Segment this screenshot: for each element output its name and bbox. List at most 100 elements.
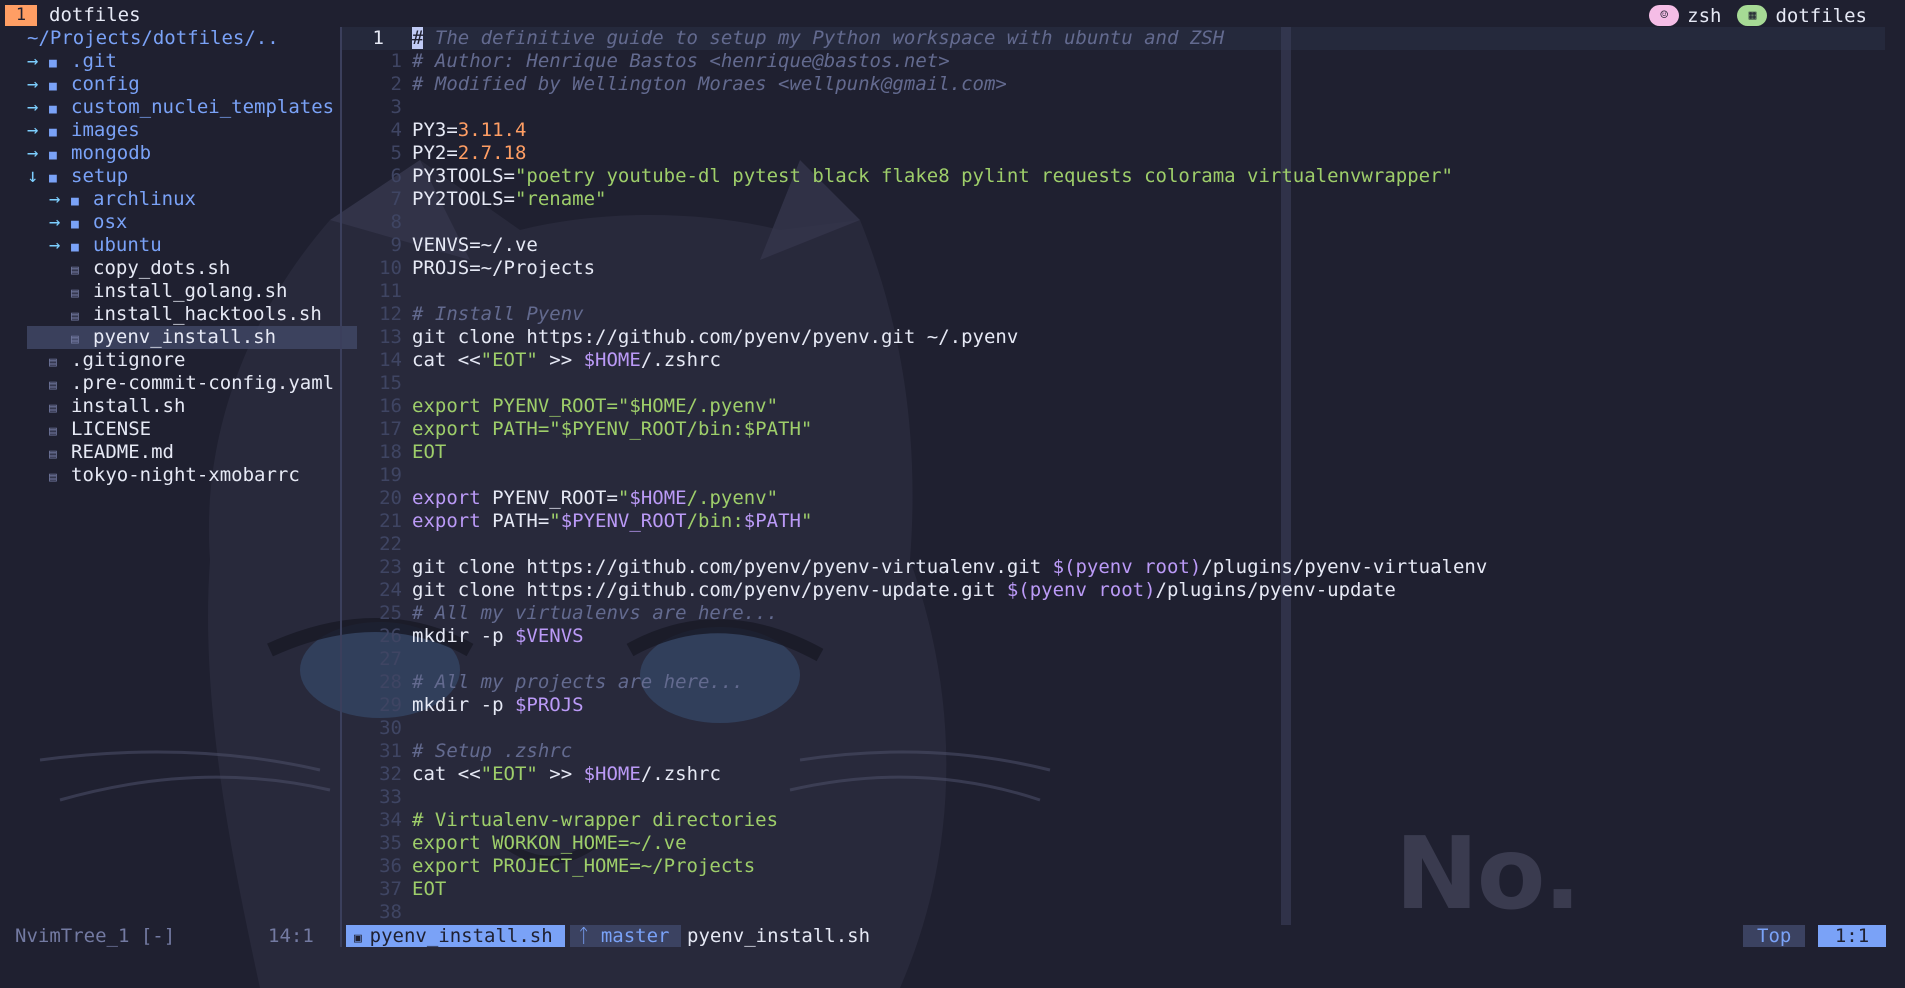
tree-folder[interactable]: → ■ ubuntu: [49, 234, 162, 257]
line-number: 26: [379, 625, 402, 647]
file-tree: ~/Projects/dotfiles/.. → ■ .git → ■ config → ■ c…: [0, 27, 357, 907]
line-number: 35: [379, 832, 402, 854]
code-token: # Modified by Wellington Moraes <wellpun…: [412, 73, 1007, 95]
line-number: 3: [390, 96, 402, 118]
status-file-tab[interactable]: ▣ pyenv_install.sh: [346, 925, 565, 947]
tree-folder[interactable]: → ■ osx: [49, 211, 127, 234]
tree-file[interactable]: ▤ install_golang.sh: [49, 280, 287, 303]
tree-file[interactable]: ▤ copy_dots.sh: [49, 257, 230, 280]
line-number: 1: [390, 50, 402, 72]
file-icon: ▤: [49, 401, 57, 416]
code-token: "EOT": [480, 349, 538, 371]
chevron-right-icon: →: [27, 119, 39, 141]
code-token: # Setup .zshrc: [412, 740, 573, 762]
tree-folder[interactable]: → ■ images: [27, 119, 140, 142]
line-number: 30: [379, 717, 402, 739]
code-token: ": [549, 510, 561, 532]
line-code: PY2=2.7.18: [412, 142, 526, 165]
code-token: "EOT": [480, 763, 538, 785]
code-token: PY2=: [412, 142, 458, 164]
line-number: 2: [390, 73, 402, 95]
tree-folder[interactable]: → ■ .git: [27, 50, 117, 73]
tree-item-label: copy_dots.sh: [93, 257, 231, 279]
editor-pane[interactable]: 1 # The definitive guide to setup my Pyth…: [342, 27, 1905, 927]
tree-file[interactable]: ▤ LICENSE: [27, 418, 151, 441]
line-code: export PATH="$PYENV_ROOT/bin:$PATH": [412, 418, 812, 441]
text-cursor: #: [412, 27, 424, 49]
tree-item-label: install.sh: [71, 395, 186, 417]
code-token: ": [800, 510, 813, 532]
line-code: # Install Pyenv: [412, 303, 584, 326]
tree-file[interactable]: ▤ pyenv_install.sh: [27, 326, 357, 349]
line-number: 5: [390, 142, 402, 164]
line-number: 1: [372, 27, 384, 49]
code-token: PY3TOOLS=: [412, 165, 515, 187]
line-number: 32: [379, 763, 402, 785]
session-label-zsh[interactable]: zsh: [1687, 5, 1721, 27]
tree-file[interactable]: ▤ .pre-commit-config.yaml: [27, 372, 334, 395]
line-code: EOT: [412, 441, 446, 464]
code-token: /.pyenv": [686, 487, 779, 509]
line-code: # Virtualenv-wrapper directories: [412, 809, 778, 832]
tab-bar: 1 dotfiles ☺ zsh ▦ dotfiles: [0, 0, 1905, 30]
line-code: PY2TOOLS="rename": [412, 188, 606, 211]
file-icon: ▤: [71, 332, 79, 347]
code-token: ": [617, 487, 630, 509]
code-token: mkdir -p: [412, 625, 515, 647]
file-icon: ▤: [49, 355, 57, 370]
tree-root-path[interactable]: ~/Projects/dotfiles/..: [27, 27, 279, 50]
file-icon: ▤: [71, 286, 79, 301]
code-token: # All my virtualenvs are here...: [412, 602, 779, 624]
line-number: 37: [379, 878, 402, 900]
session-label-dotfiles[interactable]: dotfiles: [1775, 5, 1867, 27]
tab-number[interactable]: 1: [5, 5, 37, 26]
git-branch[interactable]: ᛏ master: [570, 925, 682, 947]
code-token: cat <<: [412, 349, 481, 371]
tree-item-label: custom_nuclei_templates: [71, 96, 335, 118]
tree-item-label: .pre-commit-config.yaml: [71, 372, 335, 394]
line-number: 29: [379, 694, 402, 716]
code-token: # All my projects are here...: [412, 671, 744, 693]
tree-folder[interactable]: → ■ custom_nuclei_templates: [27, 96, 334, 119]
code-token: PATH=: [480, 510, 550, 532]
tree-item-label: mongodb: [71, 142, 152, 164]
line-number: 28: [379, 671, 402, 693]
line-code: # Setup .zshrc: [412, 740, 572, 763]
line-code: mkdir -p $PROJS: [412, 694, 584, 717]
code-token: mkdir -p: [412, 694, 515, 716]
code-token: git clone https://github.com/pyenv/pyenv…: [412, 579, 1007, 601]
line-code: # All my virtualenvs are here...: [412, 602, 778, 625]
code-token: export PATH="$PYENV_ROOT/bin:$PATH": [412, 418, 813, 440]
code-token: $PATH: [743, 510, 801, 532]
tree-folder[interactable]: → ■ archlinux: [49, 188, 196, 211]
tree-file[interactable]: ▤ install.sh: [27, 395, 185, 418]
tree-folder[interactable]: ↓ ■ setup: [27, 165, 128, 188]
git-branch-icon: ᛏ: [578, 925, 601, 947]
code-token: export WORKON_HOME=~/.ve: [412, 832, 687, 854]
tree-folder[interactable]: → ■ mongodb: [27, 142, 151, 165]
line-code: export PROJECT_HOME=~/Projects: [412, 855, 755, 878]
tree-file[interactable]: ▤ .gitignore: [27, 349, 185, 372]
code-token: "poetry youtube-dl pytest black flake8 p…: [514, 165, 1453, 187]
status-bar: NvimTree_1 [-] 14:1 ▣ pyenv_install.sh ᛏ…: [0, 924, 1905, 948]
line-number: 8: [390, 211, 402, 233]
tree-file[interactable]: ▤ install_hacktools.sh: [49, 303, 322, 326]
tree-item-label: archlinux: [93, 188, 196, 210]
line-code: export PYENV_ROOT="$HOME/.pyenv": [412, 487, 778, 510]
cursor-position: 1:1: [1818, 925, 1886, 947]
tree-file[interactable]: ▤ tokyo-night-xmobarrc: [27, 464, 300, 487]
tree-file[interactable]: ▤ README.md: [27, 441, 174, 464]
tree-cursor-position: 14:1: [268, 925, 314, 947]
code-token: export PROJECT_HOME=~/Projects: [412, 855, 756, 877]
line-code: VENVS=~/.ve: [412, 234, 538, 257]
tree-folder[interactable]: → ■ config: [27, 73, 140, 96]
tab-title[interactable]: dotfiles: [49, 3, 141, 28]
tree-item-label: .gitignore: [71, 349, 186, 371]
line-number: 16: [379, 395, 402, 417]
code-token: /.zshrc: [640, 349, 721, 371]
tree-buffer-name: NvimTree_1 [-]: [15, 925, 176, 947]
line-number: 9: [390, 234, 402, 256]
tree-item-label: config: [71, 73, 140, 95]
line-code: # Author: Henrique Bastos <henrique@bast…: [412, 50, 950, 73]
line-number: 10: [379, 257, 402, 279]
